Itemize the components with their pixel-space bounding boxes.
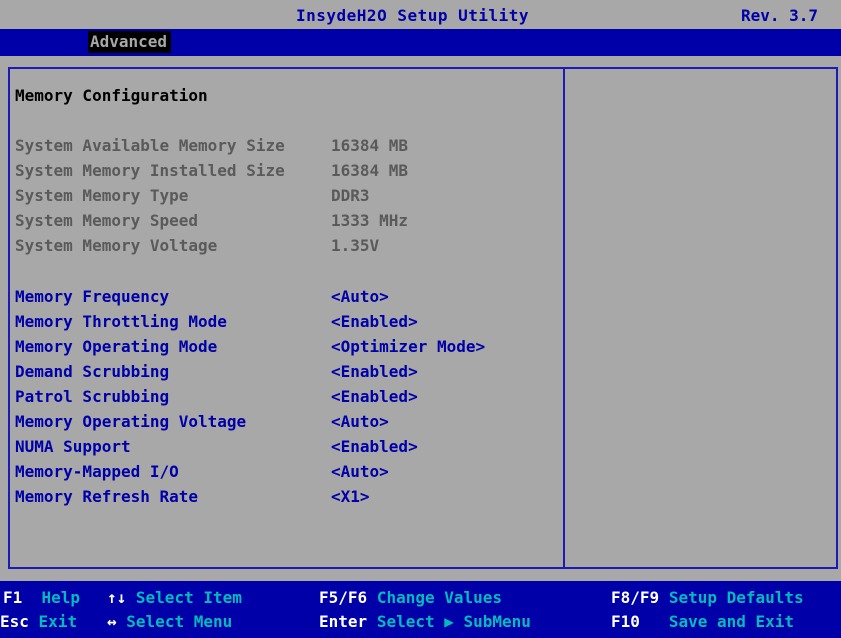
f1-desc: Help — [41, 588, 81, 607]
setting-value[interactable]: <Auto> — [331, 286, 389, 308]
setting-label: Patrol Scrubbing — [15, 387, 170, 406]
change-values-desc: Change Values — [376, 588, 503, 607]
key-help-footer: F1 Help ↑↓ Select Item F5/F6 Change Valu… — [0, 581, 841, 638]
info-row-installed-memory: System Memory Installed Size 16384 MB — [15, 160, 560, 182]
setting-label: Memory Operating Mode — [15, 337, 218, 356]
info-label: System Memory Type — [15, 186, 189, 205]
info-label: System Memory Voltage — [15, 236, 218, 255]
footer-item-select-menu: ↔ Select Menu — [107, 611, 232, 633]
select-menu-desc: Select Menu — [126, 612, 233, 631]
help-panel — [565, 67, 838, 569]
info-value: 16384 MB — [331, 136, 409, 155]
footer-item-help: F1 Help — [3, 587, 80, 609]
setting-value[interactable]: <Auto> — [331, 461, 389, 483]
app-title: InsydeH2O Setup Utility — [296, 6, 530, 25]
setting-label: Memory Refresh Rate — [15, 487, 199, 506]
left-right-arrows-icon: ↔ — [107, 612, 117, 631]
menu-tab-bar: Advanced — [0, 29, 841, 56]
save-exit-desc: Save and Exit — [668, 612, 795, 631]
setting-value[interactable]: <Enabled> — [331, 361, 418, 383]
setup-defaults-desc: Setup Defaults — [668, 588, 804, 607]
info-value: 16384 MB — [331, 161, 409, 180]
setting-demand-scrubbing[interactable]: Demand Scrubbing <Enabled> — [15, 361, 560, 383]
info-label: System Memory Installed Size — [15, 161, 285, 180]
setting-value[interactable]: <Enabled> — [331, 436, 418, 458]
footer-item-exit: Esc Exit — [0, 611, 77, 633]
setting-memory-mapped-io[interactable]: Memory-Mapped I/O <Auto> — [15, 461, 560, 483]
info-row-memory-speed: System Memory Speed 1333 MHz — [15, 210, 560, 232]
setting-label: Memory-Mapped I/O — [15, 462, 179, 481]
setting-label: Memory Operating Voltage — [15, 412, 247, 431]
esc-key: Esc — [0, 612, 29, 631]
footer-item-select-submenu: Enter Select ▶ SubMenu — [319, 611, 531, 633]
setting-value[interactable]: <Enabled> — [331, 386, 418, 408]
info-row-available-memory: System Available Memory Size 16384 MB — [15, 135, 560, 157]
footer-item-save-exit: F10 Save and Exit — [611, 611, 794, 633]
info-row-memory-type: System Memory Type DDR3 — [15, 185, 560, 207]
select-submenu-desc: Select ▶ SubMenu — [376, 612, 531, 631]
bios-screen: InsydeH2O Setup Utility Rev. 3.7 Advance… — [0, 0, 841, 638]
main-area: Memory Configuration System Available Me… — [0, 56, 841, 581]
footer-item-setup-defaults: F8/F9 Setup Defaults — [611, 587, 804, 609]
setting-memory-operating-mode[interactable]: Memory Operating Mode <Optimizer Mode> — [15, 336, 560, 358]
app-version: Rev. 3.7 — [741, 6, 819, 25]
setting-label: Memory Frequency — [15, 287, 170, 306]
setting-numa-support[interactable]: NUMA Support <Enabled> — [15, 436, 560, 458]
info-value: DDR3 — [331, 186, 370, 205]
select-item-desc: Select Item — [135, 588, 242, 607]
setting-value[interactable]: <Optimizer Mode> — [331, 336, 485, 358]
f5f6-key: F5/F6 — [319, 588, 368, 607]
info-value: 1.35V — [331, 236, 380, 255]
info-value: 1333 MHz — [331, 211, 409, 230]
footer-item-select-item: ↑↓ Select Item — [107, 587, 242, 609]
settings-panel: Memory Configuration System Available Me… — [8, 67, 565, 569]
exit-desc: Exit — [38, 612, 78, 631]
setting-patrol-scrubbing[interactable]: Patrol Scrubbing <Enabled> — [15, 386, 560, 408]
enter-key: Enter — [319, 612, 368, 631]
setting-label: Memory Throttling Mode — [15, 312, 227, 331]
section-heading: Memory Configuration — [15, 86, 208, 105]
setting-label: Demand Scrubbing — [15, 362, 170, 381]
title-bar: InsydeH2O Setup Utility Rev. 3.7 — [0, 0, 841, 29]
f8f9-key: F8/F9 — [611, 588, 660, 607]
setting-value[interactable]: <Enabled> — [331, 311, 418, 333]
f10-key: F10 — [611, 612, 640, 631]
info-label: System Memory Speed — [15, 211, 199, 230]
setting-memory-refresh-rate[interactable]: Memory Refresh Rate <X1> — [15, 486, 560, 508]
up-down-arrows-icon: ↑↓ — [107, 588, 127, 607]
info-row-memory-voltage: System Memory Voltage 1.35V — [15, 235, 560, 257]
setting-memory-frequency[interactable]: Memory Frequency <Auto> — [15, 286, 560, 308]
setting-value[interactable]: <X1> — [331, 486, 370, 508]
f1-key: F1 — [3, 588, 23, 607]
setting-label: NUMA Support — [15, 437, 131, 456]
tab-advanced[interactable]: Advanced — [88, 31, 172, 53]
footer-item-change-values: F5/F6 Change Values — [319, 587, 502, 609]
info-label: System Available Memory Size — [15, 136, 285, 155]
setting-memory-throttling-mode[interactable]: Memory Throttling Mode <Enabled> — [15, 311, 560, 333]
setting-value[interactable]: <Auto> — [331, 411, 389, 433]
setting-memory-operating-voltage[interactable]: Memory Operating Voltage <Auto> — [15, 411, 560, 433]
